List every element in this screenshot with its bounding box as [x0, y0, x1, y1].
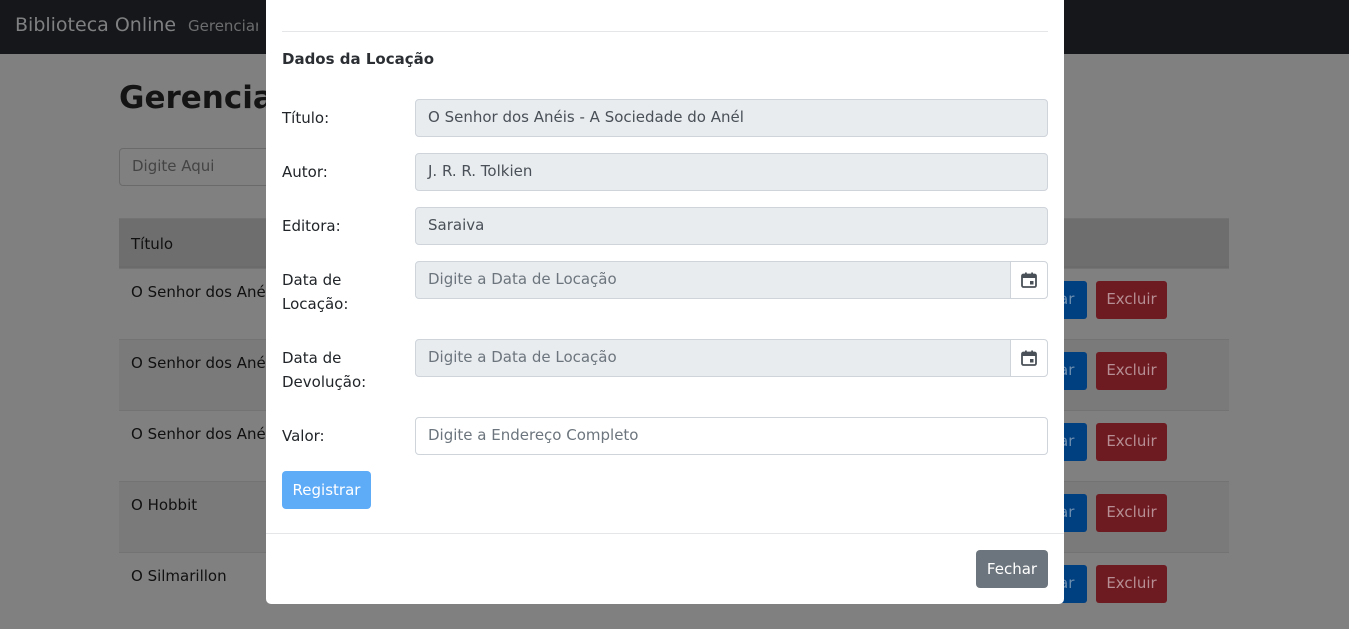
rental-date-field[interactable]: Digite a Data de Locação: [415, 261, 1011, 299]
delete-button[interactable]: Excluir: [1096, 423, 1167, 461]
delete-button[interactable]: Excluir: [1096, 281, 1167, 319]
row-title: O Senhor dos Anéis: [131, 354, 278, 372]
label-autor: Autor:: [282, 163, 328, 181]
publisher-field: Saraiva: [415, 207, 1048, 245]
delete-button[interactable]: Excluir: [1096, 565, 1167, 603]
value-input[interactable]: Digite a Endereço Completo: [415, 417, 1048, 455]
label-line: Data de: [282, 271, 342, 289]
modal-footer-divider: [266, 533, 1064, 534]
column-header-title: Título: [131, 235, 174, 253]
label-titulo: Título:: [282, 109, 330, 127]
page-title: Gerenciar: [119, 80, 290, 116]
nav-link-gerenciar[interactable]: Gerenciar C: [188, 17, 258, 35]
search-input[interactable]: Digite Aqui: [119, 148, 279, 186]
label-data-devolucao: Data de Devolução:: [282, 346, 366, 394]
calendar-button[interactable]: [1010, 339, 1048, 377]
section-title: Dados da Locação: [282, 50, 435, 68]
author-field: J. R. R. Tolkien: [415, 153, 1048, 191]
row-title: O Hobbit: [131, 496, 198, 514]
title-field: O Senhor dos Anéis - A Sociedade do Anél: [415, 99, 1048, 137]
calendar-button[interactable]: [1010, 261, 1048, 299]
row-title: O Senhor dos Anéis: [131, 425, 278, 443]
rental-modal: Dados da Locação Título: O Senhor dos An…: [266, 0, 1064, 604]
row-title: O Silmarillon: [131, 567, 227, 585]
navbar-brand[interactable]: Biblioteca Online: [15, 14, 176, 36]
calendar-icon: [1021, 272, 1037, 288]
return-date-field[interactable]: Digite a Data de Locação: [415, 339, 1011, 377]
label-line: Locação:: [282, 295, 349, 313]
label-valor: Valor:: [282, 427, 325, 445]
value-placeholder: Digite a Endereço Completo: [428, 426, 639, 444]
close-button[interactable]: Fechar: [976, 550, 1048, 588]
label-line: Devolução:: [282, 373, 367, 391]
row-title: O Senhor dos Anéis: [131, 283, 278, 301]
delete-button[interactable]: Excluir: [1096, 352, 1167, 390]
modal-header-divider: [282, 31, 1048, 32]
label-editora: Editora:: [282, 217, 341, 235]
label-line: Data de: [282, 349, 342, 367]
delete-button[interactable]: Excluir: [1096, 494, 1167, 532]
label-data-locacao: Data de Locação:: [282, 268, 348, 316]
return-date-placeholder: Digite a Data de Locação: [428, 348, 617, 366]
register-button[interactable]: Registrar: [282, 471, 371, 509]
calendar-icon: [1021, 350, 1037, 366]
rental-date-placeholder: Digite a Data de Locação: [428, 270, 617, 288]
